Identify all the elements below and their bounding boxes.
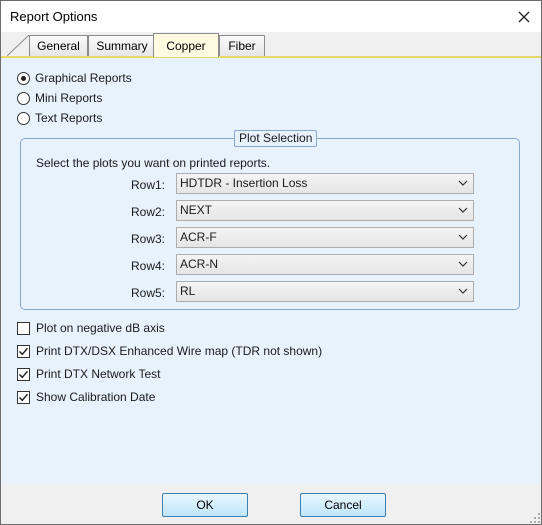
checkbox-label: Plot on negative dB axis	[36, 321, 165, 335]
row-label: Row3:	[131, 232, 166, 246]
row-label: Row5:	[131, 286, 166, 300]
checkbox[interactable]	[17, 321, 30, 335]
button-label: Cancel	[324, 498, 362, 512]
resize-grip-icon[interactable]	[530, 513, 540, 523]
select-value: ACR-N	[180, 257, 218, 271]
ok-button[interactable]: OK	[162, 493, 248, 517]
radio-label: Mini Reports	[35, 91, 103, 105]
row3-select[interactable]: ACR-F	[176, 227, 474, 248]
chevron-down-icon	[458, 234, 468, 240]
radio-label: Text Reports	[35, 111, 103, 125]
row4-select[interactable]: ACR-N	[176, 254, 474, 275]
radio-button[interactable]	[17, 91, 30, 105]
radio-label: Graphical Reports	[35, 71, 132, 85]
report-options-dialog: Report Options General Summary Copper Fi…	[0, 0, 542, 525]
tab-copper[interactable]: Copper	[153, 33, 219, 57]
chevron-down-icon	[458, 207, 468, 213]
row-label: Row1:	[131, 178, 166, 192]
select-value: HDTDR - Insertion Loss	[180, 176, 308, 190]
option-enhanced-wire-map[interactable]: Print DTX/DSX Enhanced Wire map (TDR not…	[17, 344, 322, 358]
close-button[interactable]	[507, 1, 541, 32]
group-legend: Plot Selection	[234, 130, 318, 147]
plot-selection-group: Plot Selection Select the plots you want…	[20, 130, 520, 310]
radio-button[interactable]	[17, 71, 30, 85]
option-network-test[interactable]: Print DTX Network Test	[17, 367, 160, 381]
select-value: NEXT	[180, 203, 213, 217]
checkbox[interactable]	[17, 367, 30, 381]
tab-general[interactable]: General	[29, 35, 88, 56]
plot-selection-intro: Select the plots you want on printed rep…	[36, 156, 271, 170]
checkbox[interactable]	[17, 344, 30, 358]
radio-button[interactable]	[17, 111, 30, 125]
tab-summary[interactable]: Summary	[88, 35, 156, 56]
tab-label: General	[37, 39, 80, 53]
option-calibration-date[interactable]: Show Calibration Date	[17, 390, 155, 404]
close-icon	[518, 11, 530, 22]
row-label: Row4:	[131, 259, 166, 273]
radio-text-reports[interactable]: Text Reports	[17, 110, 102, 126]
checkbox-label: Print DTX Network Test	[36, 367, 161, 381]
tab-label: Summary	[96, 39, 148, 53]
radio-mini-reports[interactable]: Mini Reports	[17, 90, 102, 106]
row1-select[interactable]: HDTDR - Insertion Loss	[176, 173, 474, 194]
select-value: ACR-F	[180, 230, 217, 244]
select-value: RL	[180, 284, 196, 298]
window-title: Report Options	[10, 9, 98, 24]
row-label: Row2:	[131, 205, 166, 219]
title-bar: Report Options	[1, 1, 541, 32]
option-negative-db-axis[interactable]: Plot on negative dB axis	[17, 321, 165, 335]
checkmark-icon	[18, 370, 29, 378]
tab-fiber[interactable]: Fiber	[219, 35, 265, 56]
cancel-button[interactable]: Cancel	[300, 493, 386, 517]
chevron-down-icon	[458, 288, 468, 294]
row2-select[interactable]: NEXT	[176, 200, 474, 221]
radio-graphical-reports[interactable]: Graphical Reports	[17, 70, 132, 86]
chevron-down-icon	[458, 261, 468, 267]
row5-select[interactable]: RL	[176, 281, 474, 302]
chevron-down-icon	[458, 180, 468, 186]
checkbox-label: Show Calibration Date	[36, 390, 156, 404]
checkbox-label: Print DTX/DSX Enhanced Wire map (TDR not…	[36, 344, 323, 358]
button-label: OK	[196, 498, 214, 512]
tab-label: Copper	[166, 38, 206, 53]
checkmark-icon	[18, 347, 29, 355]
tab-scroll-decoration-icon	[7, 35, 30, 56]
tab-label: Fiber	[228, 39, 256, 53]
tab-strip: General Summary Copper Fiber	[1, 32, 541, 57]
checkbox[interactable]	[17, 390, 30, 404]
copper-tab-panel: Graphical Reports Mini Reports Text Repo…	[1, 56, 541, 484]
dialog-footer: OK Cancel	[1, 484, 541, 524]
checkmark-icon	[18, 393, 29, 401]
